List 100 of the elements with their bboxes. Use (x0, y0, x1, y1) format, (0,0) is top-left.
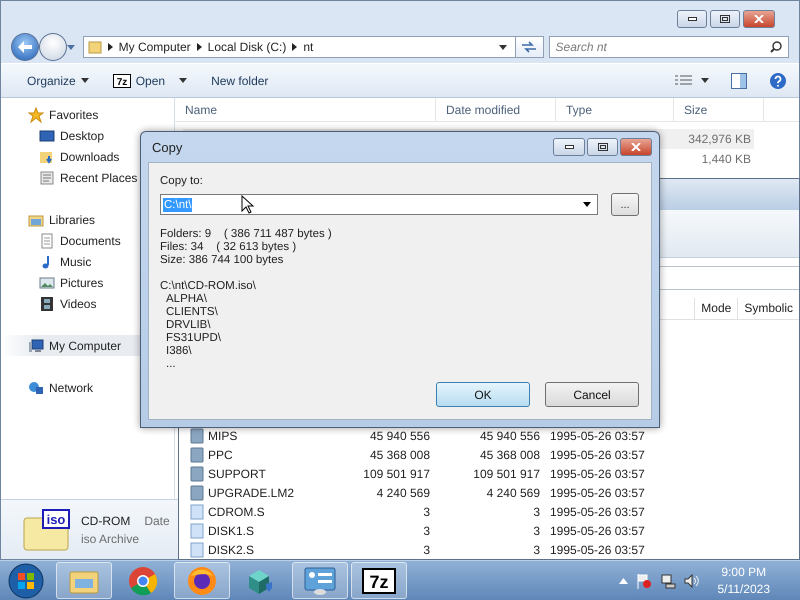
breadcrumb[interactable]: Local Disk (C:) (208, 40, 286, 54)
date-cell-text: 1995-05-26 03:57 (549, 448, 646, 462)
folder-icon (190, 428, 204, 444)
file-type: iso Archive (81, 532, 140, 546)
preview-pane-icon[interactable] (731, 72, 747, 88)
control-panel-icon (304, 566, 336, 594)
mouse-pointer-icon (241, 195, 254, 215)
star-icon (28, 106, 44, 122)
column-header[interactable]: Size (674, 98, 764, 121)
packed-size-cell-text: 3 (532, 542, 540, 557)
back-arrow-icon (18, 41, 32, 53)
file-name[interactable]: MIPS (190, 428, 340, 444)
field-label: Date (144, 514, 170, 528)
minimize-button[interactable] (677, 10, 707, 28)
file-name: CD-ROM (81, 514, 130, 528)
file-name[interactable]: DISK2.S (190, 542, 340, 558)
folder-icon (88, 40, 102, 54)
caret-icon (498, 44, 507, 50)
search-field[interactable]: Search nt (548, 36, 789, 58)
packed-size-cell-text: 109 501 917 (472, 466, 540, 481)
file-name[interactable]: DISK1.S (190, 522, 340, 539)
column-header[interactable]: Date modified (436, 98, 556, 121)
caret-icon (583, 202, 592, 207)
document-icon (39, 232, 55, 248)
recent-places-icon (39, 170, 55, 186)
back-button[interactable] (11, 33, 39, 61)
network-icon (28, 380, 44, 396)
packed-size-cell-text: 3 (532, 524, 540, 538)
archive-app-icon: 7z (112, 74, 131, 88)
size-cell-text: 45 940 556 (368, 428, 430, 443)
packed-size-cell-text: 45 940 556 (478, 428, 540, 443)
taskbar-button[interactable] (174, 562, 230, 599)
field-label: Copy to: (160, 175, 204, 187)
taskbar-button[interactable]: 7z (351, 562, 407, 599)
maximize-icon (720, 15, 730, 23)
archive-app-icon: 7z (362, 568, 396, 594)
file-name[interactable]: PPC (190, 446, 340, 463)
view-list-icon[interactable] (675, 74, 693, 88)
refresh-icon (521, 41, 538, 53)
date-cell-text: 1995-05-26 03:57 (549, 466, 646, 481)
caret-up-icon[interactable] (618, 578, 628, 584)
search-icon (770, 41, 782, 53)
computer-icon (28, 338, 44, 354)
flag-icon[interactable] (636, 572, 652, 588)
forward-button[interactable] (38, 33, 67, 61)
column-header[interactable]: Mode (694, 298, 738, 320)
new-folder-button[interactable]: New folder (199, 70, 280, 90)
maximize-icon (598, 143, 608, 151)
chrome-icon (128, 566, 158, 596)
column-header[interactable]: Type (556, 98, 674, 121)
dialog-button[interactable]: Cancel (545, 382, 639, 407)
minimize-button[interactable] (553, 138, 585, 156)
file-name[interactable]: CDROM.S (190, 504, 340, 520)
close-icon (754, 15, 764, 23)
column-header[interactable]: Symbolic (737, 298, 799, 320)
nav-item[interactable]: Favorites (1, 104, 174, 125)
size-cell-text: 45 368 008 (368, 448, 430, 462)
path-line: C:\nt\CD-ROM.iso\ (160, 280, 257, 293)
firefox-icon (187, 566, 217, 596)
speaker-icon[interactable] (684, 572, 700, 588)
film-icon (39, 296, 55, 312)
size-cell-text: 4 240 569 (376, 486, 430, 500)
close-icon (631, 143, 641, 151)
file-icon (190, 542, 204, 558)
taskbar-button[interactable] (292, 562, 348, 599)
network-icon[interactable] (660, 572, 676, 588)
close-button[interactable] (743, 10, 775, 28)
open-menu[interactable]: 7z Open (100, 70, 200, 90)
file-name[interactable]: SUPPORT (190, 466, 340, 482)
maximize-button[interactable] (710, 10, 740, 28)
file-icon (190, 522, 204, 539)
size-cell-text: 109 501 917 (362, 466, 430, 481)
dialog-button[interactable]: OK (436, 382, 530, 407)
caret-icon (179, 78, 188, 83)
nav-item[interactable]: Network (1, 377, 174, 398)
start-button[interactable] (6, 562, 46, 600)
info-line: Size: 386 744 100 bytes (160, 254, 284, 267)
path-line: DRVLIB\ (165, 319, 212, 332)
close-button[interactable] (620, 138, 652, 156)
chevron-icon (108, 43, 113, 51)
minimize-icon (564, 145, 574, 149)
browse-button[interactable]: ... (611, 193, 639, 216)
chevron-icon (292, 43, 298, 51)
caret-icon (80, 78, 89, 83)
refresh-button[interactable] (516, 36, 544, 58)
maximize-button[interactable] (587, 138, 618, 156)
help-icon[interactable] (769, 72, 787, 90)
file-name[interactable]: UPGRADE.LM2 (190, 484, 340, 501)
date-cell-text: 1995-05-26 03:57 (549, 428, 646, 443)
minimize-icon (688, 17, 696, 21)
organize-menu[interactable]: Organize (15, 70, 101, 90)
breadcrumb[interactable]: nt (303, 40, 314, 54)
path-line: CLIENTS\ (165, 306, 219, 319)
date-cell-text: 1995-05-26 03:57 (549, 486, 646, 500)
packed-size-cell-text: 4 240 569 (486, 486, 540, 500)
breadcrumb[interactable]: My Computer (118, 40, 191, 54)
file-icon (190, 504, 204, 520)
address-bar[interactable]: My Computer Local Disk (C:) nt (82, 36, 516, 58)
packed-size-cell-text: 45 368 008 (478, 448, 540, 462)
column-header[interactable]: Name (175, 98, 436, 121)
